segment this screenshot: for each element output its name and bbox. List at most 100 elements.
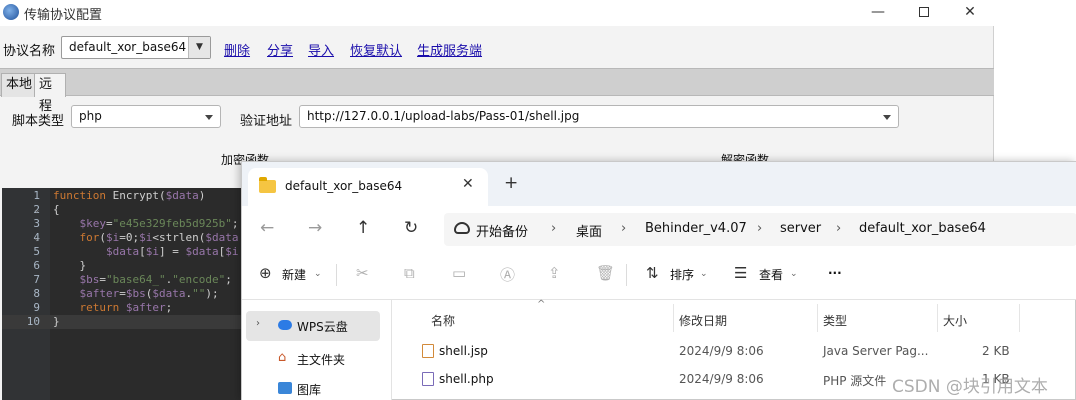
divider <box>673 304 674 332</box>
gallery-icon <box>278 382 292 394</box>
sort-button[interactable]: 排序 <box>670 266 694 283</box>
script-type-label: 脚本类型 <box>12 114 65 129</box>
import-link[interactable]: 导入 <box>308 40 334 59</box>
file-modified: 2024/9/9 8:06 <box>679 372 764 386</box>
new-tab-icon[interactable]: + <box>504 173 518 193</box>
code-line: 8 $after=$bs($data.""); <box>2 287 252 301</box>
table-row[interactable]: shell.jsp 2024/9/9 8:06 Java Server Pag.… <box>393 338 1076 364</box>
file-explorer-window: default_xor_base64 ✕ + ← → ↑ ↻ 开始备份 › 桌面… <box>241 161 1076 400</box>
script-type-select[interactable]: php <box>71 105 221 128</box>
code-line: 10} <box>2 315 252 329</box>
view-icon: ☰ <box>734 264 748 282</box>
folder-icon <box>259 177 276 193</box>
paste-icon[interactable]: ▭ <box>452 264 466 282</box>
file-type: PHP 源文件 <box>823 374 887 388</box>
sidebar-item-gallery[interactable]: 图库 <box>246 374 380 400</box>
verify-address-value: http://127.0.0.1/upload-labs/Pass-01/she… <box>307 109 580 123</box>
explorer-tab-bar: default_xor_base64 ✕ + <box>242 162 1076 206</box>
navigation-pane: › WPS云盘 ⌂ 主文件夹 图库 <box>242 300 392 400</box>
tab-remote[interactable]: 远程 <box>34 73 66 114</box>
copy-icon[interactable]: ⧉ <box>404 264 415 282</box>
code-line: 6 } <box>2 259 252 273</box>
explorer-tab[interactable]: default_xor_base64 ✕ <box>248 168 488 206</box>
sidebar-item-home[interactable]: ⌂ 主文件夹 <box>246 344 380 372</box>
rename-icon[interactable]: Ⓐ <box>500 264 515 285</box>
explorer-tab-title: default_xor_base64 <box>285 179 403 193</box>
code-text: { <box>53 203 60 216</box>
breadcrumb-folder[interactable]: default_xor_base64 <box>859 221 986 236</box>
sidebar-item-wps-cloud[interactable]: › WPS云盘 <box>246 311 380 341</box>
file-size: 2 KB <box>982 344 1010 358</box>
watermark-text: CSDN @块引用文本 <box>892 377 1048 397</box>
chevron-down-icon: ⌄ <box>790 269 798 279</box>
divider <box>336 264 337 286</box>
protocol-name-label: 协议名称 <box>3 44 56 59</box>
column-header-size[interactable]: 大小 <box>943 312 967 329</box>
breadcrumb-desktop[interactable]: 桌面 <box>576 221 602 240</box>
column-header-modified[interactable]: 修改日期 <box>679 312 727 329</box>
code-text: function Encrypt($data) <box>53 189 206 202</box>
restore-default-link[interactable]: 恢复默认 <box>350 40 402 59</box>
delete-link[interactable]: 删除 <box>224 40 250 59</box>
breadcrumb-behinder[interactable]: Behinder_v4.07 <box>645 221 747 236</box>
view-button[interactable]: 查看 <box>759 266 783 283</box>
code-line: 9 return $after; <box>2 301 252 315</box>
chevron-down-icon[interactable]: ▼ <box>188 37 210 58</box>
tab-local[interactable]: 本地 <box>1 73 38 97</box>
line-number: 7 <box>33 273 40 286</box>
line-number: 1 <box>33 189 40 202</box>
column-header-name[interactable]: 名称 <box>431 312 455 329</box>
code-line: 3 $key="e45e329feb5d925b"; <box>2 217 252 231</box>
file-name: shell.jsp <box>439 344 488 358</box>
close-icon[interactable]: ✕ <box>950 2 990 22</box>
chevron-down-icon: ⌄ <box>314 269 322 279</box>
generate-server-link[interactable]: 生成服务端 <box>417 40 482 59</box>
desktop: 传输协议配置 — ✕ 协议名称 default_xor_base64 ▼ 删除 … <box>0 0 1076 400</box>
maximize-icon[interactable] <box>904 2 944 22</box>
home-icon: ⌂ <box>278 350 287 365</box>
code-line: 5 $data[$i] = $data[$i <box>2 245 252 259</box>
title-bar: 传输协议配置 — ✕ <box>0 0 994 26</box>
line-number: 5 <box>33 245 40 258</box>
back-arrow-icon[interactable]: ← <box>260 218 274 238</box>
breadcrumb-backup[interactable]: 开始备份 <box>476 221 528 240</box>
fold-icon[interactable]: ⌄ <box>34 203 39 217</box>
code-text: $bs="base64_"."encode"; <box>79 273 232 286</box>
chevron-right-icon: › <box>757 221 763 236</box>
close-tab-icon[interactable]: ✕ <box>462 176 474 192</box>
line-number: 9 <box>33 301 40 314</box>
refresh-icon[interactable]: ↻ <box>404 218 418 238</box>
jsp-file-icon <box>422 344 434 358</box>
line-number: 8 <box>33 287 40 300</box>
delete-icon[interactable]: 🗑 <box>596 264 615 282</box>
more-options-button[interactable]: ··· <box>828 266 842 280</box>
sidebar-item-label: 主文件夹 <box>297 353 346 367</box>
address-bar[interactable]: 开始备份 › 桌面 › Behinder_v4.07 › server › de… <box>444 213 1076 246</box>
share-link[interactable]: 分享 <box>267 40 293 59</box>
code-text: $after=$bs($data.""); <box>79 287 219 300</box>
encrypt-code-editor[interactable]: 1 function Encrypt($data) 2 ⌄{3 $key="e45e3… <box>2 188 252 400</box>
protocol-select[interactable]: default_xor_base64 ▼ <box>61 36 211 59</box>
column-header-type[interactable]: 类型 <box>823 312 847 329</box>
sort-up-icon: ^ <box>537 299 546 310</box>
breadcrumb-server[interactable]: server <box>780 221 821 236</box>
verify-address-select[interactable]: http://127.0.0.1/upload-labs/Pass-01/she… <box>299 105 899 128</box>
tab-strip: 本地 远程 <box>0 68 994 114</box>
up-arrow-icon[interactable]: ↑ <box>356 218 370 238</box>
fold-icon[interactable]: ⌄ <box>34 231 39 245</box>
code-text: $data[$i] = $data[$i <box>105 245 239 258</box>
chevron-down-icon <box>205 115 213 120</box>
chevron-right-icon: › <box>551 221 557 236</box>
cloud-backup-icon <box>454 222 470 234</box>
sidebar-item-label: WPS云盘 <box>297 320 348 334</box>
php-file-icon <box>422 372 434 386</box>
forward-arrow-icon[interactable]: → <box>308 218 322 238</box>
chevron-right-icon[interactable]: › <box>256 318 260 329</box>
code-text: $key="e45e329feb5d925b"; <box>79 217 239 230</box>
new-button[interactable]: 新建 <box>282 266 306 283</box>
share-icon[interactable]: ⇪ <box>548 264 561 282</box>
code-line: 1 function Encrypt($data) <box>2 189 252 203</box>
sidebar-item-label: 图库 <box>297 383 322 397</box>
minimize-icon[interactable]: — <box>858 2 898 22</box>
cut-icon[interactable]: ✂ <box>356 264 369 282</box>
